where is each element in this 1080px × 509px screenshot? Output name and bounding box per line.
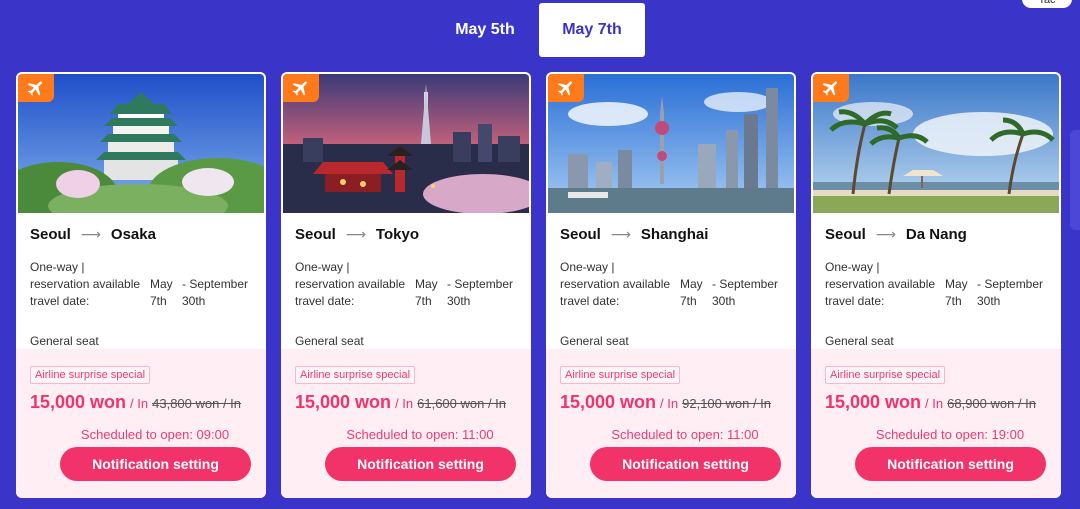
tokyo-skyline-image <box>283 74 529 213</box>
route-destination: Osaka <box>110 226 156 243</box>
reservation-info: One-way | reservation available travel d… <box>825 259 1061 323</box>
shanghai-skyline-image <box>548 74 794 213</box>
tab-may-5th[interactable]: May 5th <box>432 3 538 57</box>
reservation-start: May 7th <box>945 277 968 308</box>
price-row: 15,000 won / In 68,900 won / In <box>825 392 1036 413</box>
seat-class: General seat <box>560 334 629 348</box>
sale-price: 15,000 won <box>30 392 127 412</box>
trip-type: One-way | <box>560 260 615 274</box>
date-tabs: May 5th May 7th <box>432 3 645 57</box>
special-badge: Airline surprise special <box>560 366 681 384</box>
notification-setting-button[interactable]: Notification setting <box>855 447 1046 481</box>
deal-card-shanghai[interactable]: Seoul ⟶ Shanghai One-way | reservation a… <box>546 72 796 498</box>
airplane-icon <box>813 74 849 102</box>
tab-may-7th[interactable]: May 7th <box>539 3 645 57</box>
sale-price: 15,000 won <box>295 392 392 412</box>
seat-class: General seat <box>295 334 364 348</box>
special-badge: Airline surprise special <box>30 366 151 384</box>
route: Seoul ⟶ Da Nang <box>825 226 1061 243</box>
reservation-start: May 7th <box>680 277 703 308</box>
route: Seoul ⟶ Tokyo <box>295 226 531 243</box>
original-price: 43,800 won / In <box>152 396 242 411</box>
deal-card-tokyo[interactable]: Seoul ⟶ Tokyo One-way | reservation avai… <box>281 72 531 498</box>
reservation-label: reservation available travel date: <box>30 277 141 308</box>
notification-setting-button[interactable]: Notification setting <box>325 447 516 481</box>
price-box: Airline surprise special 15,000 won / In… <box>281 349 531 498</box>
schedule-text: Scheduled to open: 11:00 <box>346 427 494 442</box>
reservation-start: May 7th <box>415 277 438 308</box>
route-origin: Seoul <box>30 226 71 243</box>
reservation-end: - September 30th <box>977 277 1044 308</box>
sale-price: 15,000 won <box>560 392 657 412</box>
da-nang-beach-image <box>813 74 1059 213</box>
route-destination: Shanghai <box>640 226 709 243</box>
original-price: 92,100 won / In <box>682 396 772 411</box>
price-unit: / In <box>130 396 149 411</box>
reservation-label: reservation available travel date: <box>560 277 671 308</box>
route-origin: Seoul <box>295 226 336 243</box>
route: Seoul ⟶ Shanghai <box>560 226 796 243</box>
route-destination: Da Nang <box>905 226 967 243</box>
notification-setting-button[interactable]: Notification setting <box>60 447 251 481</box>
special-badge: Airline surprise special <box>825 366 946 384</box>
arrow-right-icon: ⟶ <box>345 226 366 242</box>
price-box: Airline surprise special 15,000 won / In… <box>546 349 796 498</box>
reservation-end: - September 30th <box>712 277 779 308</box>
reservation-label: reservation available travel date: <box>295 277 406 308</box>
price-unit: / In <box>395 396 414 411</box>
reservation-info: One-way | reservation available travel d… <box>30 259 266 323</box>
route-origin: Seoul <box>560 226 601 243</box>
deal-cards: Seoul ⟶ Osaka One-way | reservation avai… <box>16 72 1061 498</box>
price-unit: / In <box>660 396 679 411</box>
original-price: 68,900 won / In <box>947 396 1037 411</box>
original-price: 61,600 won / In <box>417 396 507 411</box>
corner-badge[interactable]: Tac <box>1022 0 1072 8</box>
price-unit: / In <box>925 396 944 411</box>
side-scroll-handle[interactable] <box>1070 130 1080 230</box>
airplane-icon <box>283 74 319 102</box>
schedule-text: Scheduled to open: 11:00 <box>611 427 759 442</box>
schedule-text: Scheduled to open: 19:00 <box>875 427 1025 442</box>
airplane-icon <box>18 74 54 102</box>
seat-class: General seat <box>30 334 99 348</box>
reservation-info: One-way | reservation available travel d… <box>295 259 531 323</box>
price-row: 15,000 won / In 43,800 won / In <box>30 392 241 413</box>
trip-type: One-way | <box>30 260 85 274</box>
special-badge: Airline surprise special <box>295 366 416 384</box>
arrow-right-icon: ⟶ <box>610 226 631 242</box>
airplane-icon <box>548 74 584 102</box>
reservation-info: One-way | reservation available travel d… <box>560 259 796 323</box>
schedule-text: Scheduled to open: 09:00 <box>80 427 230 442</box>
reservation-label: reservation available travel date: <box>825 277 936 308</box>
reservation-end: - September 30th <box>182 277 249 308</box>
price-row: 15,000 won / In 61,600 won / In <box>295 392 506 413</box>
deal-card-da-nang[interactable]: Seoul ⟶ Da Nang One-way | reservation av… <box>811 72 1061 498</box>
seat-class: General seat <box>825 334 894 348</box>
reservation-end: - September 30th <box>447 277 514 308</box>
route: Seoul ⟶ Osaka <box>30 226 266 243</box>
price-box: Airline surprise special 15,000 won / In… <box>16 349 266 498</box>
trip-type: One-way | <box>295 260 350 274</box>
price-box: Airline surprise special 15,000 won / In… <box>811 349 1061 498</box>
route-destination: Tokyo <box>375 226 419 243</box>
trip-type: One-way | <box>825 260 880 274</box>
route-origin: Seoul <box>825 226 866 243</box>
arrow-right-icon: ⟶ <box>80 226 101 242</box>
sale-price: 15,000 won <box>825 392 922 412</box>
deal-card-osaka[interactable]: Seoul ⟶ Osaka One-way | reservation avai… <box>16 72 266 498</box>
reservation-start: May 7th <box>150 277 173 308</box>
arrow-right-icon: ⟶ <box>875 226 896 242</box>
notification-setting-button[interactable]: Notification setting <box>590 447 781 481</box>
osaka-castle-image <box>18 74 264 213</box>
price-row: 15,000 won / In 92,100 won / In <box>560 392 771 413</box>
